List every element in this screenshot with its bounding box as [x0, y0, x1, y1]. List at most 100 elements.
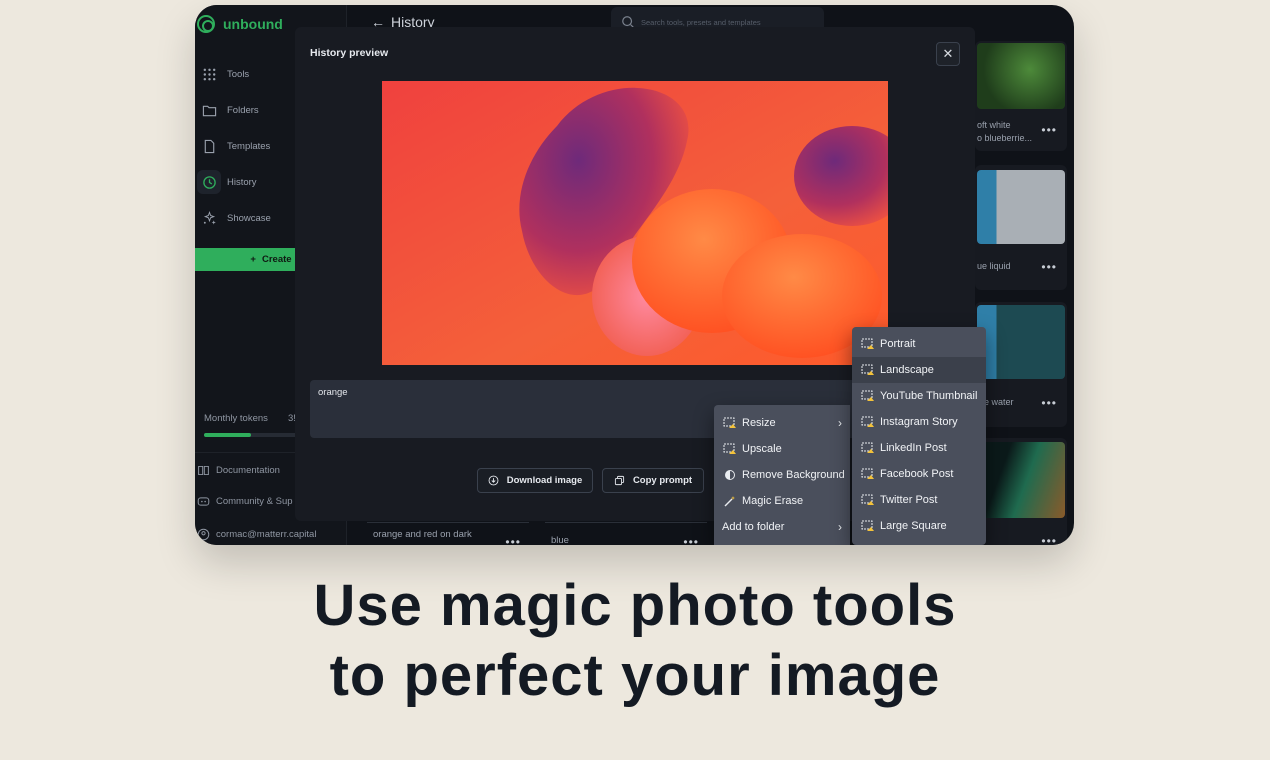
more-icon[interactable]: •••: [1041, 534, 1057, 545]
sidebar-item-label: Tools: [227, 68, 250, 80]
documentation-label: Documentation: [216, 465, 280, 476]
tokens-label: Monthly tokens: [204, 413, 268, 424]
headline-line-2: to perfect your image: [329, 643, 941, 708]
history-card[interactable]: oft white o blueberrie... •••: [975, 41, 1067, 151]
chevron-right-icon: ›: [838, 520, 842, 534]
resize-submenu: Portrait Landscape YouTube Thumbnail Ins…: [852, 327, 986, 545]
download-image-button[interactable]: Download image: [477, 468, 593, 493]
more-icon[interactable]: •••: [1041, 123, 1057, 137]
prompt-text: orange: [318, 387, 348, 398]
document-icon: [197, 134, 221, 158]
submenu-item-instagram-story[interactable]: Instagram Story: [852, 409, 986, 435]
submenu-item-linkedin-post[interactable]: LinkedIn Post: [852, 435, 986, 461]
resize-icon: [860, 389, 876, 403]
menu-item-label: Remove Background: [742, 469, 845, 481]
history-card[interactable]: orange and red on dark •••: [367, 522, 529, 545]
modal-title: History preview: [310, 47, 389, 59]
close-button[interactable]: ✕: [936, 42, 960, 66]
submenu-item-landscape[interactable]: Landscape: [852, 357, 986, 383]
sidebar-item-label: Templates: [227, 140, 271, 152]
history-card[interactable]: blue •••: [545, 522, 707, 545]
remove-background-icon: [722, 468, 738, 482]
create-label: Create: [261, 254, 292, 265]
download-icon: [488, 475, 499, 486]
preview-image: [382, 81, 888, 365]
more-icon[interactable]: •••: [1041, 396, 1057, 410]
brand-name: unbound: [223, 16, 283, 32]
history-thumbnail: [977, 43, 1065, 109]
community-label: Community & Sup: [216, 496, 293, 507]
history-card-label: orange and red on dark: [373, 529, 472, 540]
headline-line-1: Use magic photo tools: [313, 573, 957, 638]
history-card[interactable]: •••: [975, 438, 1067, 545]
menu-item-magic-erase[interactable]: Magic Erase: [714, 488, 850, 514]
sparkle-icon: [197, 206, 221, 230]
tokens-progress-fill: [204, 433, 251, 437]
copy-icon: [614, 475, 625, 486]
user-icon: [197, 528, 210, 541]
folder-icon: [197, 98, 221, 122]
history-card[interactable]: ue liquid •••: [975, 165, 1067, 290]
upscale-icon: [722, 442, 738, 456]
submenu-item-label: Large Square: [880, 520, 947, 532]
history-card-label: oft white: [977, 120, 1011, 130]
resize-icon: [860, 493, 876, 507]
unbound-logo-icon: [197, 15, 215, 33]
submenu-item-label: YouTube Thumbnail: [880, 390, 978, 402]
resize-icon: [860, 363, 876, 377]
submenu-item-large-square[interactable]: Large Square: [852, 513, 986, 539]
submenu-item-label: Facebook Post: [880, 468, 954, 480]
submenu-item-label: Instagram Story: [880, 416, 958, 428]
resize-icon: [860, 337, 876, 351]
resize-icon: [860, 467, 876, 481]
history-thumbnail: [977, 170, 1065, 244]
more-icon[interactable]: •••: [505, 535, 521, 545]
submenu-item-portrait[interactable]: Portrait: [852, 331, 986, 357]
image-context-menu: Resize › Upscale Remove Background Magic…: [714, 405, 850, 545]
history-card-label: blue: [551, 535, 569, 545]
history-thumbnail: [977, 305, 1065, 379]
download-label: Download image: [506, 475, 583, 486]
search-placeholder: Search tools, presets and templates: [641, 17, 761, 27]
resize-icon: [722, 416, 738, 430]
plus-icon: +: [250, 254, 256, 265]
menu-item-remove-background[interactable]: Remove Background: [714, 462, 850, 488]
magic-wand-icon: [722, 494, 738, 508]
history-thumbnail: [977, 442, 1065, 518]
history-card[interactable]: lue water •••: [975, 302, 1067, 427]
sidebar-item-label: History: [227, 176, 257, 188]
resize-icon: [860, 441, 876, 455]
menu-item-label: Add to folder: [722, 521, 785, 533]
sidebar-item-label: Folders: [227, 104, 259, 116]
submenu-item-label: Portrait: [880, 338, 916, 350]
sidebar-item-label: Showcase: [227, 212, 271, 224]
menu-item-label: Upscale: [742, 443, 782, 455]
submenu-item-label: LinkedIn Post: [880, 442, 947, 454]
chevron-right-icon: ›: [838, 416, 842, 430]
account-email: cormac@matterr.capital: [216, 529, 317, 540]
grid-icon: [197, 62, 221, 86]
submenu-item-twitter-post[interactable]: Twitter Post: [852, 487, 986, 513]
brand[interactable]: unbound: [197, 11, 283, 37]
submenu-item-label: Twitter Post: [880, 494, 938, 506]
submenu-item-youtube-thumbnail[interactable]: YouTube Thumbnail: [852, 383, 986, 409]
clock-icon: [197, 170, 221, 194]
close-icon: ✕: [942, 46, 954, 61]
account-link[interactable]: cormac@matterr.capital: [197, 528, 316, 541]
resize-icon: [860, 415, 876, 429]
community-link[interactable]: Community & Sup: [197, 495, 293, 508]
menu-item-upscale[interactable]: Upscale: [714, 436, 850, 462]
more-icon[interactable]: •••: [1041, 260, 1057, 274]
submenu-item-facebook-post[interactable]: Facebook Post: [852, 461, 986, 487]
history-card-label: ue liquid: [977, 261, 1011, 271]
more-icon[interactable]: •••: [683, 535, 699, 545]
history-card-label: o blueberrie...: [977, 133, 1033, 143]
copy-label: Copy prompt: [632, 475, 693, 486]
menu-item-add-to-folder[interactable]: Add to folder ›: [714, 514, 850, 540]
menu-item-resize[interactable]: Resize ›: [714, 410, 850, 436]
menu-item-label: Resize: [742, 417, 776, 429]
documentation-link[interactable]: Documentation: [197, 464, 280, 477]
discord-icon: [197, 497, 210, 506]
copy-prompt-button[interactable]: Copy prompt: [602, 468, 704, 493]
book-icon: [198, 465, 209, 476]
